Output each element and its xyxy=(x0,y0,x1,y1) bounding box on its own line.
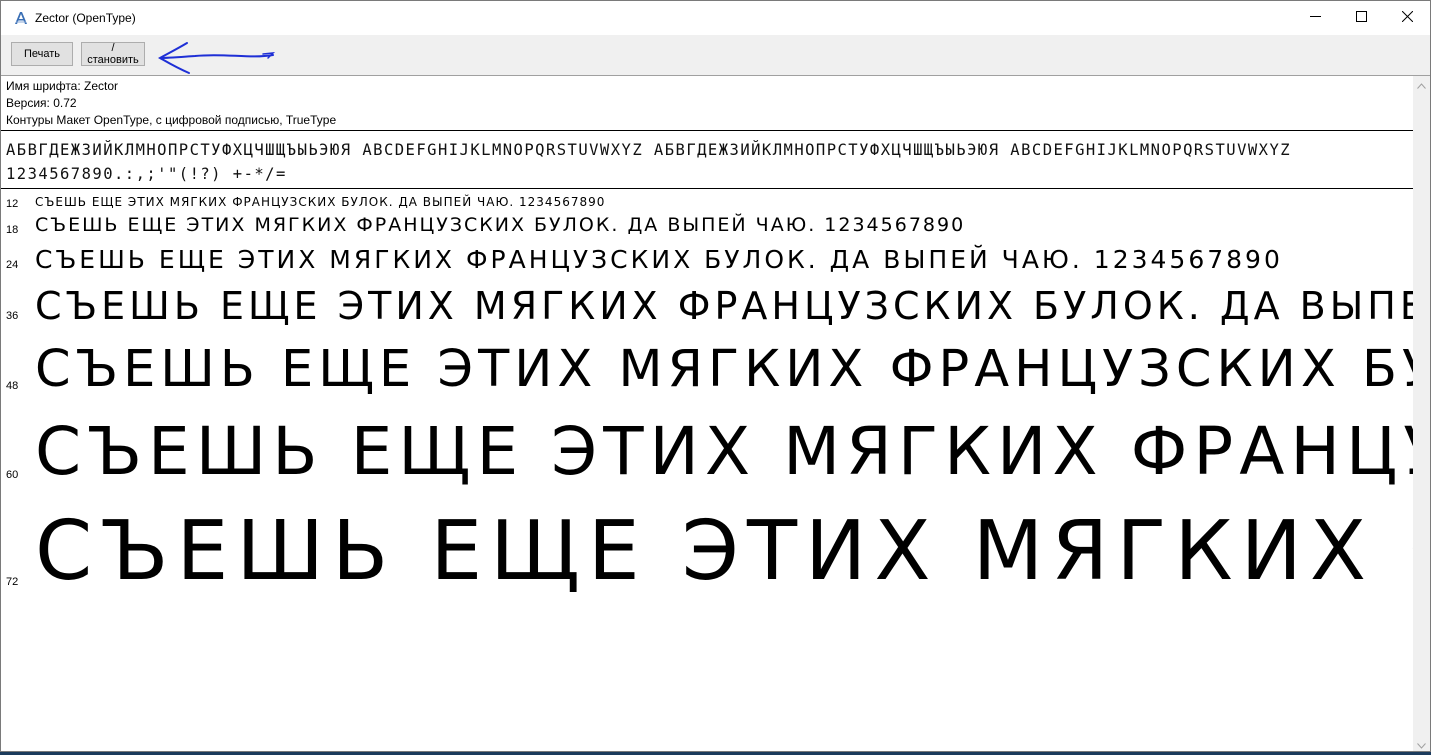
minimize-icon xyxy=(1309,9,1321,27)
font-name-line: Имя шрифта: Zector xyxy=(6,79,119,93)
sample-row-72: 72 СЪЕШЬ ЕЩЕ ЭТИХ МЯГКИХ ФРАНЦУ xyxy=(1,504,1414,604)
sample-text: СЪЕШЬ ЕЩЕ ЭТИХ МЯГКИХ ФРАНЦУЗСКИХ БУЛОК.… xyxy=(35,245,1283,274)
arrow-left-icon xyxy=(155,41,279,80)
sample-text: СЪЕШЬ ЕЩЕ ЭТИХ МЯГКИХ ФРАНЦУЗСКИХ БУЛОК.… xyxy=(35,340,1414,399)
divider-bottom xyxy=(1,188,1414,189)
chevron-up-icon xyxy=(1417,76,1426,94)
close-button[interactable] xyxy=(1384,1,1430,35)
print-button[interactable]: Печать xyxy=(11,42,73,66)
size-label: 18 xyxy=(6,224,19,236)
maximize-icon xyxy=(1355,9,1367,27)
minimize-button[interactable] xyxy=(1292,1,1338,35)
scroll-down-button[interactable] xyxy=(1413,736,1430,752)
size-label: 48 xyxy=(6,380,19,392)
install-button[interactable]: /становить xyxy=(81,42,145,66)
sample-row-36: 36 СЪЕШЬ ЕЩЕ ЭТИХ МЯГКИХ ФРАНЦУЗСКИХ БУЛ… xyxy=(1,282,1414,334)
sample-text: СЪЕШЬ ЕЩЕ ЭТИХ МЯГКИХ ФРАНЦУЗСКИХ xyxy=(35,413,1414,490)
font-viewer-window: Zector (OpenType) Печать /становить Имя … xyxy=(0,0,1431,752)
size-label: 60 xyxy=(6,469,19,481)
size-label: 36 xyxy=(6,310,19,322)
sample-row-12: 12 СЪЕШЬ ЕЩЕ ЭТИХ МЯГКИХ ФРАНЦУЗСКИХ БУЛ… xyxy=(1,192,1414,214)
sample-row-60: 60 СЪЕШЬ ЕЩЕ ЭТИХ МЯГКИХ ФРАНЦУЗСКИХ xyxy=(1,412,1414,492)
size-label: 24 xyxy=(6,259,19,271)
title-bar[interactable]: Zector (OpenType) xyxy=(1,1,1430,35)
font-outline-line: Контуры Макет OpenType, с цифровой подпи… xyxy=(6,113,337,127)
sample-text: СЪЕШЬ ЕЩЕ ЭТИХ МЯГКИХ ФРАНЦУЗСКИХ БУЛОК.… xyxy=(35,195,606,209)
close-icon xyxy=(1401,9,1413,27)
sample-text: СЪЕШЬ ЕЩЕ ЭТИХ МЯГКИХ ФРАНЦУ xyxy=(35,504,1414,599)
chevron-down-icon xyxy=(1417,736,1426,752)
font-version-line: Версия: 0.72 xyxy=(6,96,77,110)
maximize-button[interactable] xyxy=(1338,1,1384,35)
sample-text: СЪЕШЬ ЕЩЕ ЭТИХ МЯГКИХ ФРАНЦУЗСКИХ БУЛОК.… xyxy=(35,284,1414,328)
sample-row-48: 48 СЪЕШЬ ЕЩЕ ЭТИХ МЯГКИХ ФРАНЦУЗСКИХ БУЛ… xyxy=(1,338,1414,402)
size-label: 12 xyxy=(6,198,19,210)
charset-line-2: 1234567890.:,;'"(!?) +-*/= xyxy=(6,164,287,183)
charset-line-1: АБВГДЕЖЗИЙКЛМНОПРСТУФХЦЧШЩЪЫЬЭЮЯ ABCDEFG… xyxy=(6,140,1292,159)
sample-text: СЪЕШЬ ЕЩЕ ЭТИХ МЯГКИХ ФРАНЦУЗСКИХ БУЛОК.… xyxy=(35,214,966,236)
divider-top xyxy=(1,130,1414,131)
font-preview-area: Имя шрифта: Zector Версия: 0.72 Контуры … xyxy=(1,76,1414,751)
scroll-up-button[interactable] xyxy=(1413,76,1430,93)
vertical-scrollbar[interactable] xyxy=(1413,76,1430,752)
sample-row-24: 24 СЪЕШЬ ЕЩЕ ЭТИХ МЯГКИХ ФРАНЦУЗСКИХ БУЛ… xyxy=(1,242,1414,282)
sample-row-18: 18 СЪЕШЬ ЕЩЕ ЭТИХ МЯГКИХ ФРАНЦУЗСКИХ БУЛ… xyxy=(1,212,1414,242)
size-label: 72 xyxy=(6,576,19,588)
font-app-icon xyxy=(13,10,29,26)
window-title: Zector (OpenType) xyxy=(35,11,136,25)
